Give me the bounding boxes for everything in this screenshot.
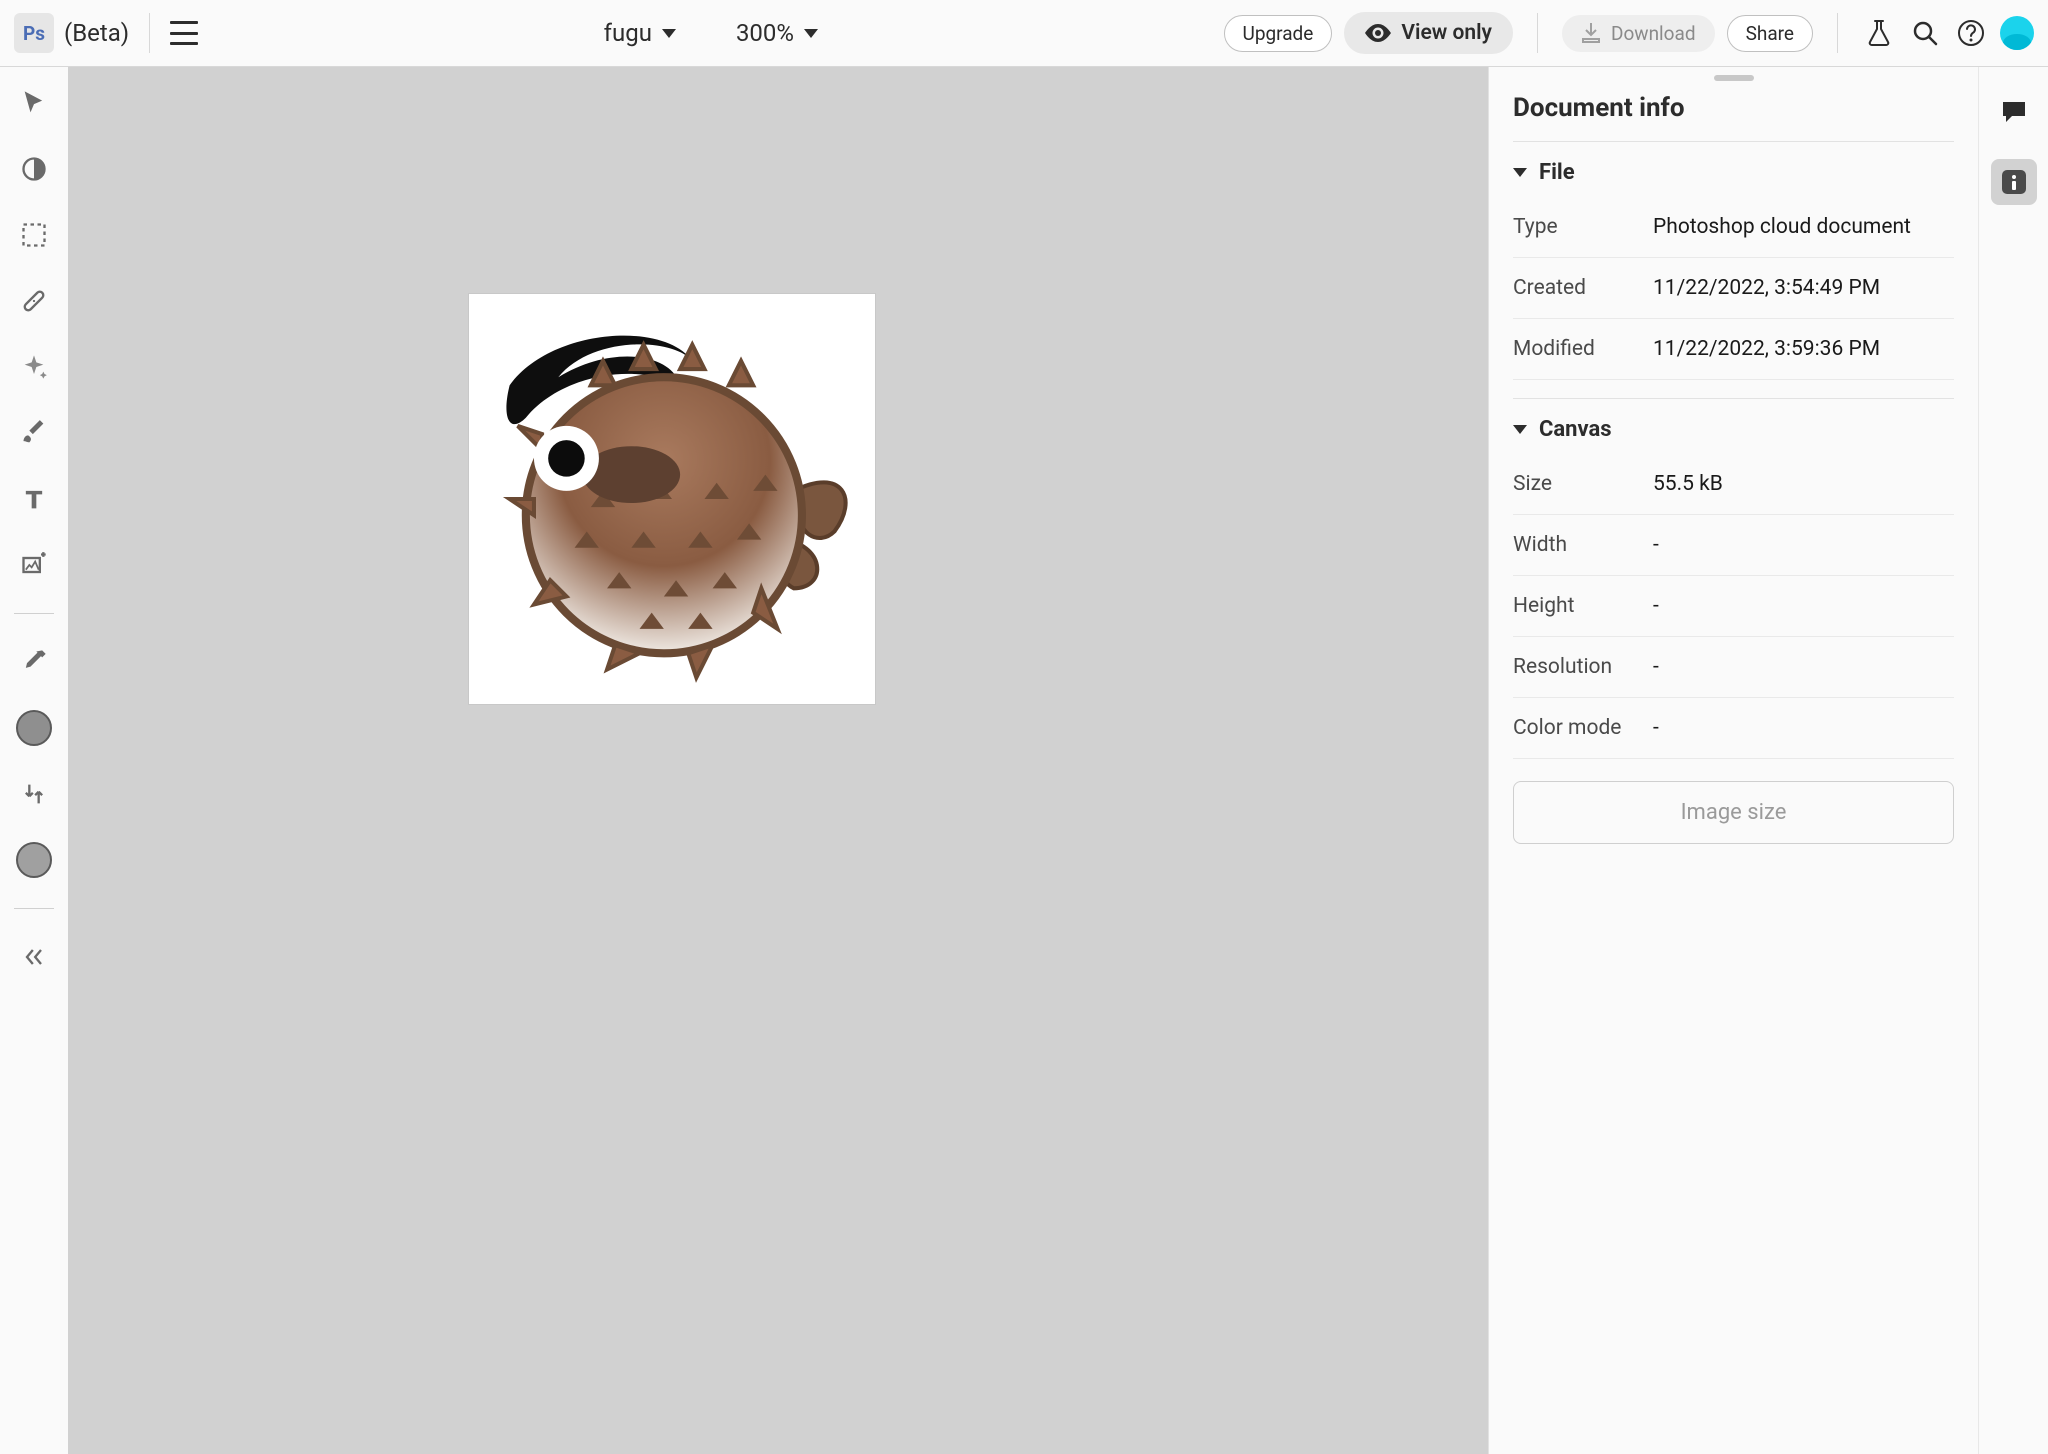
marquee-icon [20,221,48,249]
add-image-tool[interactable] [16,547,52,583]
type-row: Type Photoshop cloud document [1513,197,1954,258]
sparkle-icon [20,353,48,381]
collapse-toolbar[interactable] [16,939,52,975]
modified-label: Modified [1513,337,1653,361]
shape-tool[interactable] [16,151,52,187]
help-icon [1957,19,1985,47]
size-value: 55.5 kB [1653,472,1954,496]
background-color[interactable] [16,842,52,878]
height-label: Height [1513,594,1653,618]
created-label: Created [1513,276,1653,300]
eyedropper-icon [20,648,48,676]
canvas-content [469,294,875,704]
colormode-label: Color mode [1513,716,1653,740]
cursor-icon [20,89,48,117]
image-size-button: Image size [1513,781,1954,844]
search-icon [1912,20,1938,46]
document-name-dropdown[interactable]: fugu [604,19,676,47]
move-tool[interactable] [16,85,52,121]
resolution-row: Resolution - [1513,637,1954,698]
right-rail [1978,67,2048,1454]
eyedropper-tool[interactable] [16,644,52,680]
panel-title: Document info [1513,93,1954,123]
flask-icon [1867,19,1891,47]
canvas-section-header[interactable]: Canvas [1513,398,1954,454]
type-label: Type [1513,215,1653,239]
canvas-section-label: Canvas [1539,417,1612,442]
file-section-label: File [1539,160,1575,185]
download-label: Download [1611,22,1696,45]
download-button: Download [1562,15,1715,52]
divider [1837,13,1838,53]
image-plus-icon [20,551,48,579]
chevron-down-icon [804,29,818,38]
colormode-row: Color mode - [1513,698,1954,759]
created-row: Created 11/22/2022, 3:54:49 PM [1513,258,1954,319]
resolution-value: - [1653,655,1954,679]
modified-row: Modified 11/22/2022, 3:59:36 PM [1513,319,1954,380]
top-bar: Ps (Beta) fugu 300% Upgrade View only D [0,0,2048,67]
text-icon [20,485,48,513]
collapse-icon [20,943,48,971]
labs-button[interactable] [1862,16,1896,50]
chevron-down-icon [1513,425,1527,434]
divider [149,13,150,53]
chevron-down-icon [1513,168,1527,177]
chevron-down-icon [662,29,676,38]
swap-colors[interactable] [16,776,52,812]
share-button[interactable]: Share [1727,15,1813,52]
text-tool[interactable] [16,481,52,517]
heal-tool[interactable] [16,283,52,319]
sparkle-tool[interactable] [16,349,52,385]
foreground-color[interactable] [16,710,52,746]
size-row: Size 55.5 kB [1513,454,1954,515]
search-button[interactable] [1908,16,1942,50]
circle-half-icon [20,155,48,183]
user-avatar[interactable] [2000,16,2034,50]
swap-icon [20,780,48,808]
app-logo[interactable]: Ps [14,13,54,53]
view-only-label: View only [1401,21,1492,45]
info-button[interactable] [1991,159,2037,205]
brush-icon [20,419,48,447]
divider [14,613,54,614]
type-value: Photoshop cloud document [1653,215,1954,239]
eye-icon [1365,24,1391,42]
upgrade-button[interactable]: Upgrade [1224,15,1333,52]
file-section-header[interactable]: File [1513,141,1954,197]
width-value: - [1653,533,1954,557]
divider [1537,13,1538,53]
colormode-value: - [1653,716,1954,740]
divider [14,908,54,909]
zoom-value: 300% [736,19,794,47]
height-value: - [1653,594,1954,618]
canvas-area[interactable] [68,67,1488,1454]
document-name: fugu [604,19,652,47]
height-row: Height - [1513,576,1954,637]
resolution-label: Resolution [1513,655,1653,679]
beta-label: (Beta) [64,19,129,47]
comments-button[interactable] [1991,89,2037,135]
comment-icon [2000,99,2028,125]
info-icon [2000,168,2028,196]
size-label: Size [1513,472,1653,496]
panel-drag-handle[interactable] [1714,75,1754,81]
width-label: Width [1513,533,1653,557]
width-row: Width - [1513,515,1954,576]
document-info-panel: Document info File Type Photoshop cloud … [1488,67,1978,1454]
bandage-icon [20,287,48,315]
menu-button[interactable] [170,21,198,45]
modified-value: 11/22/2022, 3:59:36 PM [1653,337,1954,361]
artboard[interactable] [469,294,875,704]
zoom-dropdown[interactable]: 300% [736,19,818,47]
view-only-indicator[interactable]: View only [1344,12,1513,54]
left-toolbar [0,67,68,1454]
download-icon [1581,23,1601,43]
brush-tool[interactable] [16,415,52,451]
selection-tool[interactable] [16,217,52,253]
created-value: 11/22/2022, 3:54:49 PM [1653,276,1954,300]
help-button[interactable] [1954,16,1988,50]
